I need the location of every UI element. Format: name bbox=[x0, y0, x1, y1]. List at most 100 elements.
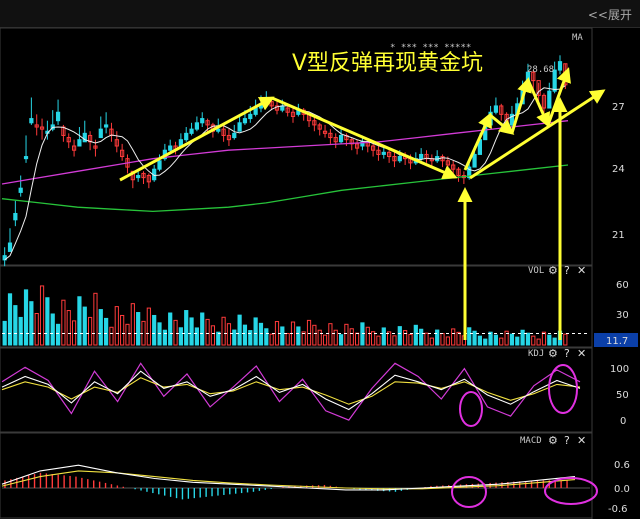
candle-body bbox=[232, 132, 237, 139]
vol-label: VOL bbox=[528, 266, 544, 276]
vol-bar bbox=[216, 331, 221, 346]
kdj-tick-100: 100 bbox=[610, 364, 629, 375]
candle-body bbox=[194, 122, 199, 130]
vol-bar bbox=[125, 323, 130, 346]
macd-highlight-circle-2 bbox=[544, 477, 598, 505]
ma-white-line bbox=[4, 85, 566, 261]
macd-label: MACD bbox=[520, 436, 542, 446]
candle-body bbox=[136, 175, 141, 179]
vol-bar bbox=[98, 309, 103, 346]
kdj-close-icon[interactable]: ✕ bbox=[577, 347, 586, 360]
candle-body bbox=[248, 113, 253, 120]
vol-bar bbox=[408, 334, 413, 346]
vol-bar bbox=[7, 293, 13, 346]
vol-bar bbox=[349, 328, 354, 346]
kdj-help-icon[interactable]: ? bbox=[564, 347, 570, 360]
vol-bar bbox=[120, 314, 125, 346]
vol-bar bbox=[344, 323, 349, 346]
macd-tick-pos: 0.6 bbox=[614, 460, 630, 471]
macd-help-icon[interactable]: ? bbox=[564, 434, 570, 447]
vol-bar bbox=[365, 326, 370, 346]
vol-bar bbox=[317, 329, 322, 346]
kdj-j-line bbox=[1, 362, 581, 421]
vol-bar bbox=[547, 334, 552, 346]
vol-bar bbox=[322, 334, 328, 346]
vol-bar bbox=[467, 327, 472, 346]
macd-panel bbox=[1, 464, 590, 500]
vol-bar bbox=[146, 307, 151, 346]
candle-body bbox=[23, 156, 29, 160]
vol-bar bbox=[232, 329, 237, 346]
candle-body bbox=[189, 128, 194, 134]
ma-label: MA bbox=[572, 33, 583, 43]
vol-bar bbox=[242, 324, 248, 346]
vol-bar bbox=[264, 328, 269, 346]
price-panel bbox=[1, 55, 569, 267]
vol-bar bbox=[61, 299, 66, 346]
vol-bar bbox=[397, 326, 402, 346]
vol-bar bbox=[189, 317, 194, 346]
vol-bar bbox=[221, 316, 226, 346]
vol-bar bbox=[114, 306, 119, 346]
vol-bar bbox=[483, 338, 488, 346]
vol-bar bbox=[403, 330, 408, 346]
vol-bar bbox=[184, 310, 189, 346]
vol-bar bbox=[162, 329, 167, 346]
vol-bar bbox=[563, 333, 568, 346]
kdj-tick-50: 50 bbox=[616, 390, 629, 401]
vol-bar bbox=[477, 335, 482, 346]
vol-close-icon[interactable]: ✕ bbox=[577, 264, 586, 277]
candle-body bbox=[184, 132, 189, 141]
candle-body bbox=[55, 111, 61, 122]
kdj-highlight-circle-2 bbox=[548, 364, 578, 414]
vol-bar bbox=[499, 337, 504, 346]
macd-gear-icon[interactable]: ⚙ bbox=[548, 434, 558, 447]
vol-bar bbox=[66, 310, 71, 346]
vol-bar bbox=[226, 323, 232, 346]
vol-bar bbox=[18, 316, 23, 346]
candle-body bbox=[493, 105, 499, 113]
vol-bar bbox=[445, 336, 450, 346]
candle-body bbox=[7, 242, 13, 252]
vol-bar bbox=[29, 301, 34, 346]
candle-body bbox=[419, 153, 424, 160]
price-tick-21: 21 bbox=[612, 230, 625, 241]
macd-tick-zero: 0.0 bbox=[614, 484, 630, 495]
vol-bar bbox=[55, 323, 61, 346]
candle-body bbox=[168, 145, 173, 151]
vol-bar bbox=[354, 332, 360, 346]
vol-help-icon[interactable]: ? bbox=[564, 264, 570, 277]
vol-bar bbox=[296, 326, 301, 346]
vol-bar bbox=[381, 327, 386, 346]
candle-body bbox=[338, 134, 344, 143]
candle-body bbox=[29, 118, 34, 124]
vol-bar bbox=[173, 319, 178, 346]
vol-tick-30: 30 bbox=[616, 310, 629, 321]
vol-bar bbox=[435, 329, 440, 346]
vol-bar bbox=[419, 328, 424, 346]
vol-bar bbox=[285, 333, 290, 346]
vol-gear-icon[interactable]: ⚙ bbox=[548, 264, 558, 277]
vol-bar bbox=[525, 332, 531, 346]
trend-arrow bbox=[271, 96, 458, 180]
candle-body bbox=[157, 160, 162, 170]
kdj-gear-icon[interactable]: ⚙ bbox=[548, 347, 558, 360]
vol-bar bbox=[130, 303, 135, 346]
vol-bar bbox=[429, 337, 434, 346]
vol-bar bbox=[333, 329, 338, 346]
vol-bar bbox=[424, 332, 429, 346]
vol-bar bbox=[23, 289, 29, 346]
annotation-title: V型反弹再现黄金坑 bbox=[292, 51, 483, 76]
candle-body bbox=[557, 61, 563, 71]
vol-tick-60: 60 bbox=[616, 280, 629, 291]
vol-bar bbox=[205, 318, 210, 346]
vol-bar bbox=[248, 330, 253, 346]
vol-bar bbox=[50, 313, 55, 346]
vol-bar bbox=[136, 312, 141, 346]
vol-bar bbox=[34, 313, 39, 346]
vol-bar bbox=[440, 333, 445, 346]
vol-bar bbox=[269, 333, 274, 346]
kdj-panel bbox=[1, 362, 581, 421]
vol-bar bbox=[178, 327, 183, 346]
macd-close-icon[interactable]: ✕ bbox=[577, 434, 586, 447]
